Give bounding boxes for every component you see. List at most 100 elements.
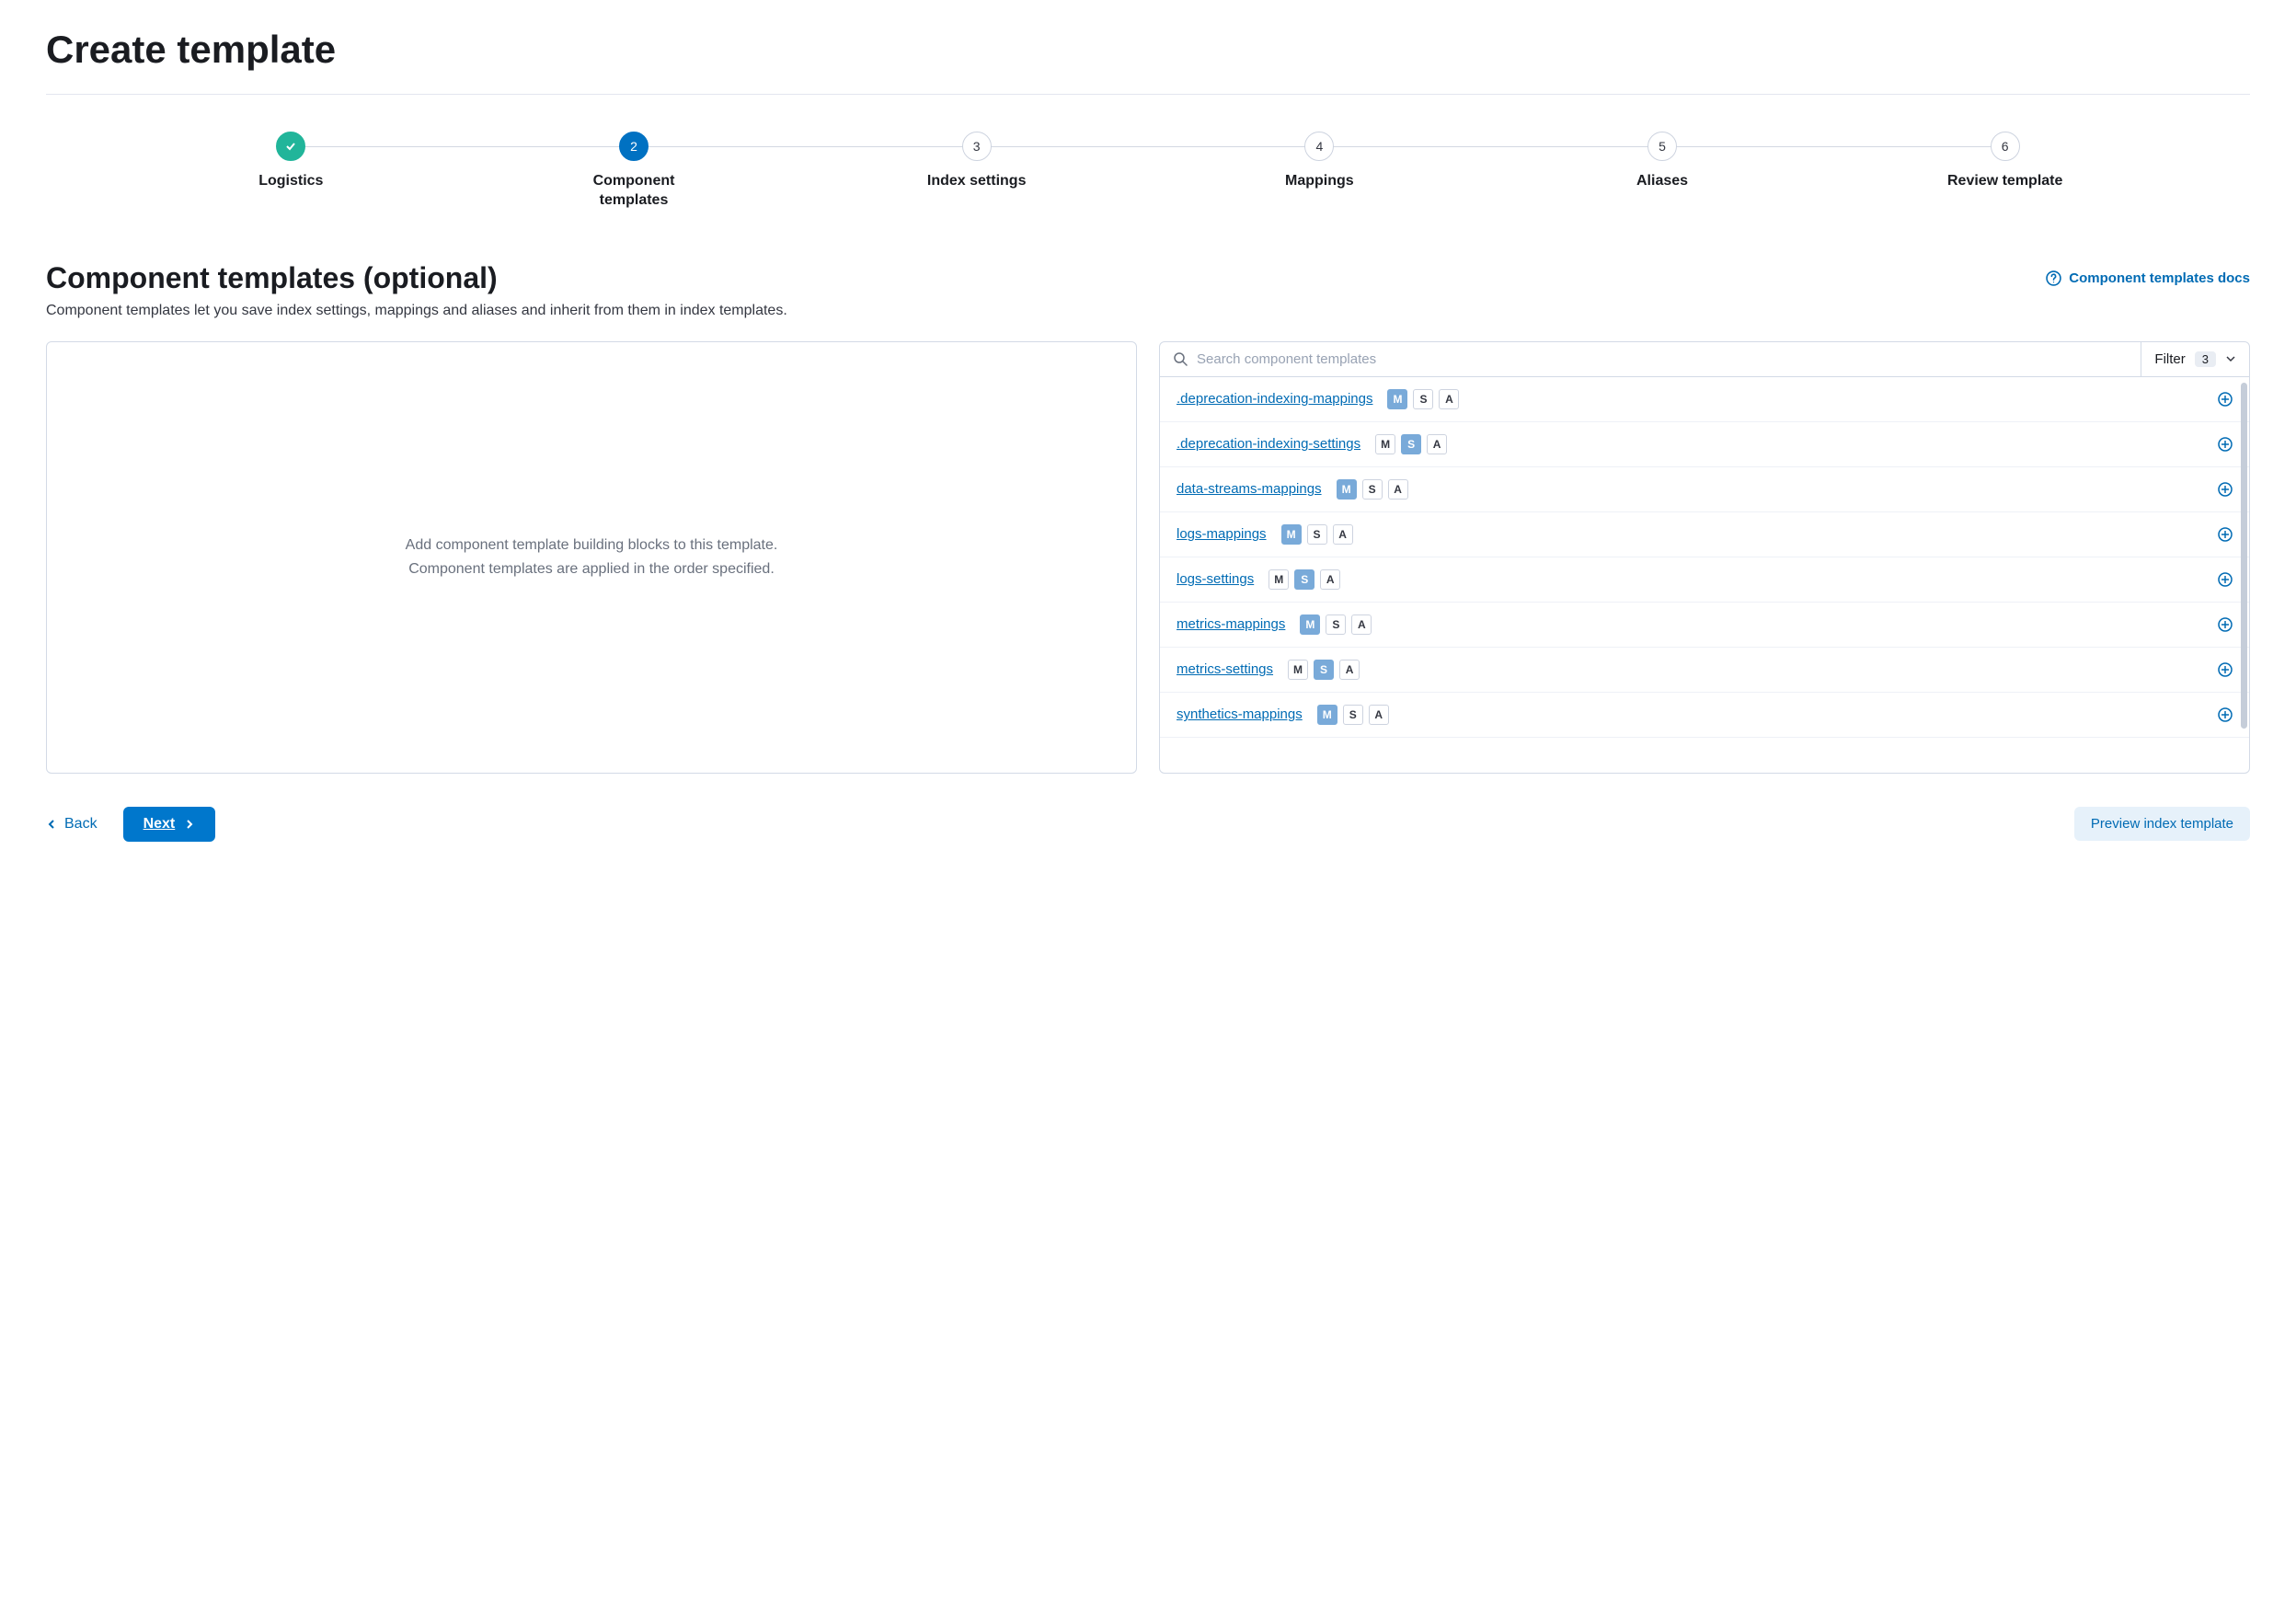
scrollbar[interactable] bbox=[2241, 383, 2247, 729]
badge-a: A bbox=[1339, 660, 1360, 680]
filter-count-badge: 3 bbox=[2195, 351, 2216, 367]
template-name-link[interactable]: .deprecation-indexing-settings bbox=[1177, 436, 1360, 452]
step-label: Logistics bbox=[258, 172, 323, 191]
search-input[interactable] bbox=[1197, 351, 2128, 367]
badge-group: MSA bbox=[1337, 479, 1408, 500]
search-box[interactable] bbox=[1160, 342, 2141, 376]
badge-group: MSA bbox=[1387, 389, 1459, 409]
badge-m: M bbox=[1269, 569, 1289, 590]
step-circle: 5 bbox=[1647, 132, 1677, 161]
step-label: Aliases bbox=[1636, 172, 1688, 191]
badge-m: M bbox=[1375, 434, 1395, 454]
add-template-button[interactable] bbox=[2218, 437, 2233, 452]
docs-link[interactable]: Component templates docs bbox=[2046, 270, 2250, 286]
available-templates-panel: Filter 3 .deprecation-indexing-mappings M… bbox=[1159, 341, 2250, 774]
badge-a: A bbox=[1351, 614, 1372, 635]
badge-a: A bbox=[1388, 479, 1408, 500]
chevron-left-icon bbox=[46, 819, 57, 830]
badge-s: S bbox=[1401, 434, 1421, 454]
filter-label: Filter bbox=[2154, 351, 2185, 367]
list-item: .deprecation-indexing-settings MSA bbox=[1160, 422, 2249, 467]
add-template-button[interactable] bbox=[2218, 617, 2233, 632]
step-1[interactable]: Logistics bbox=[120, 132, 463, 191]
list-item: synthetics-mappings MSA bbox=[1160, 693, 2249, 738]
badge-a: A bbox=[1427, 434, 1447, 454]
badge-a: A bbox=[1320, 569, 1340, 590]
step-circle: 3 bbox=[962, 132, 992, 161]
badge-s: S bbox=[1343, 705, 1363, 725]
empty-state-text: Add component template building blocks t… bbox=[369, 534, 815, 580]
search-icon bbox=[1173, 351, 1188, 366]
list-item: data-streams-mappings MSA bbox=[1160, 467, 2249, 512]
add-template-button[interactable] bbox=[2218, 482, 2233, 497]
badge-m: M bbox=[1337, 479, 1357, 500]
badge-s: S bbox=[1294, 569, 1314, 590]
step-circle: 4 bbox=[1304, 132, 1334, 161]
badge-m: M bbox=[1300, 614, 1320, 635]
step-label: Component templates bbox=[569, 172, 698, 211]
add-template-button[interactable] bbox=[2218, 392, 2233, 407]
next-button[interactable]: Next bbox=[123, 807, 216, 842]
badge-a: A bbox=[1439, 389, 1459, 409]
back-button[interactable]: Back bbox=[46, 816, 98, 833]
badge-s: S bbox=[1307, 524, 1327, 545]
list-item: .deprecation-indexing-mappings MSA bbox=[1160, 377, 2249, 422]
list-item: logs-settings MSA bbox=[1160, 557, 2249, 603]
filter-button[interactable]: Filter 3 bbox=[2141, 342, 2249, 376]
step-connector bbox=[1319, 146, 1662, 147]
step-connector bbox=[977, 146, 1320, 147]
badge-group: MSA bbox=[1300, 614, 1372, 635]
list-item: metrics-mappings MSA bbox=[1160, 603, 2249, 648]
step-label: Review template bbox=[1947, 172, 2062, 191]
badge-m: M bbox=[1281, 524, 1302, 545]
docs-link-label: Component templates docs bbox=[2069, 270, 2250, 286]
badge-m: M bbox=[1317, 705, 1337, 725]
step-3[interactable]: 3 Index settings bbox=[805, 132, 1148, 191]
template-name-link[interactable]: .deprecation-indexing-mappings bbox=[1177, 391, 1372, 407]
badge-group: MSA bbox=[1269, 569, 1340, 590]
chevron-down-icon bbox=[2225, 353, 2236, 364]
template-name-link[interactable]: metrics-settings bbox=[1177, 661, 1273, 677]
preview-button[interactable]: Preview index template bbox=[2074, 807, 2250, 841]
template-name-link[interactable]: synthetics-mappings bbox=[1177, 706, 1303, 722]
step-connector bbox=[1662, 146, 2005, 147]
badge-a: A bbox=[1333, 524, 1353, 545]
add-template-button[interactable] bbox=[2218, 572, 2233, 587]
step-connector bbox=[291, 146, 634, 147]
section-description: Component templates let you save index s… bbox=[46, 303, 2250, 319]
badge-s: S bbox=[1314, 660, 1334, 680]
template-name-link[interactable]: logs-mappings bbox=[1177, 526, 1267, 542]
list-item: metrics-settings MSA bbox=[1160, 648, 2249, 693]
step-6[interactable]: 6 Review template bbox=[1833, 132, 2176, 191]
badge-m: M bbox=[1387, 389, 1407, 409]
chevron-right-icon bbox=[184, 819, 195, 830]
stepper: Logistics 2 Component templates 3 Index sett… bbox=[120, 132, 2176, 211]
badge-group: MSA bbox=[1281, 524, 1353, 545]
step-circle bbox=[276, 132, 305, 161]
step-circle: 6 bbox=[1991, 132, 2020, 161]
step-5[interactable]: 5 Aliases bbox=[1491, 132, 1834, 191]
list-item: logs-mappings MSA bbox=[1160, 512, 2249, 557]
badge-group: MSA bbox=[1317, 705, 1389, 725]
template-list[interactable]: .deprecation-indexing-mappingsMSA.deprec… bbox=[1160, 377, 2249, 773]
page-title: Create template bbox=[46, 18, 2250, 95]
add-template-button[interactable] bbox=[2218, 662, 2233, 677]
step-2[interactable]: 2 Component templates bbox=[463, 132, 806, 211]
step-connector bbox=[634, 146, 977, 147]
step-circle: 2 bbox=[619, 132, 649, 161]
badge-group: MSA bbox=[1288, 660, 1360, 680]
badge-s: S bbox=[1326, 614, 1346, 635]
back-label: Back bbox=[64, 816, 98, 833]
step-label: Index settings bbox=[927, 172, 1027, 191]
section-title: Component templates (optional) bbox=[46, 261, 498, 295]
template-name-link[interactable]: metrics-mappings bbox=[1177, 616, 1285, 632]
step-label: Mappings bbox=[1285, 172, 1354, 191]
template-name-link[interactable]: logs-settings bbox=[1177, 571, 1254, 587]
step-4[interactable]: 4 Mappings bbox=[1148, 132, 1491, 191]
template-name-link[interactable]: data-streams-mappings bbox=[1177, 481, 1322, 497]
selected-templates-panel: Add component template building blocks t… bbox=[46, 341, 1137, 774]
add-template-button[interactable] bbox=[2218, 707, 2233, 722]
add-template-button[interactable] bbox=[2218, 527, 2233, 542]
badge-m: M bbox=[1288, 660, 1308, 680]
help-icon bbox=[2046, 270, 2061, 286]
